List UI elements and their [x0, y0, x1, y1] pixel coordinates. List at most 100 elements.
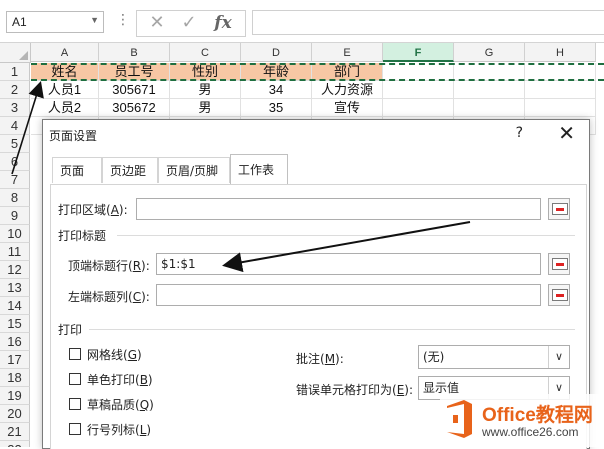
cancel-icon[interactable]: ✕ — [143, 13, 171, 33]
cell-a3[interactable]: 人员2 — [31, 99, 99, 117]
row-header-13[interactable]: 13 — [0, 279, 30, 297]
row-header-16[interactable]: 16 — [0, 333, 30, 351]
cell-b1[interactable]: 员工号 — [99, 63, 170, 81]
insert-function-icon[interactable]: fx — [209, 13, 237, 33]
cell-d1[interactable]: 年龄 — [241, 63, 312, 81]
cell-h2[interactable] — [525, 81, 596, 99]
cell-g2[interactable] — [454, 81, 525, 99]
drag-handle-icon[interactable]: ⋮ — [116, 12, 130, 28]
black-and-white-label: 单色打印(B) — [87, 373, 153, 387]
draft-quality-checkbox[interactable] — [69, 398, 81, 410]
cell-b2[interactable]: 305671 — [99, 81, 170, 99]
chevron-down-icon[interactable]: ▼ — [90, 15, 99, 25]
cell-c1[interactable]: 性别 — [170, 63, 241, 81]
draft-quality-label: 草稿品质(Q) — [87, 398, 154, 412]
cell-a2[interactable]: 人员1 — [31, 81, 99, 99]
watermark-name: Office教程网 — [482, 405, 593, 426]
column-header-e[interactable]: E — [312, 43, 383, 62]
row-header-10[interactable]: 10 — [0, 225, 30, 243]
name-box[interactable]: A1 ▼ — [6, 11, 104, 33]
cell-b3[interactable]: 305672 — [99, 99, 170, 117]
row-header-20[interactable]: 20 — [0, 405, 30, 423]
row-header-15[interactable]: 15 — [0, 315, 30, 333]
row-header-5[interactable]: 5 — [0, 135, 30, 153]
cell-g3[interactable] — [454, 99, 525, 117]
cell-d3[interactable]: 35 — [241, 99, 312, 117]
row-header-12[interactable]: 12 — [0, 261, 30, 279]
formula-buttons: ✕ ✓ fx — [136, 10, 246, 37]
column-header-d[interactable]: D — [241, 43, 312, 62]
row-header-14[interactable]: 14 — [0, 297, 30, 315]
gridlines-label: 网格线(G) — [87, 348, 142, 362]
gridlines-checkbox[interactable] — [69, 348, 81, 360]
black-and-white-checkbox[interactable] — [69, 373, 81, 385]
cell-c3[interactable]: 男 — [170, 99, 241, 117]
print-area-label: 打印区域(A): — [58, 203, 128, 217]
group-divider — [89, 329, 575, 330]
column-header-f[interactable]: F — [383, 43, 454, 62]
row-header-22[interactable]: 22 — [0, 441, 30, 447]
cell-e1[interactable]: 部门 — [312, 63, 383, 81]
column-header-a[interactable]: A — [31, 43, 99, 62]
formula-bar: A1 ▼ ⋮ ✕ ✓ fx — [0, 0, 604, 43]
chevron-down-icon[interactable]: ∨ — [548, 346, 569, 368]
cell-a1[interactable]: 姓名 — [31, 63, 99, 81]
select-all-button[interactable] — [0, 43, 31, 63]
tab-margins[interactable]: 页边距 — [102, 157, 158, 183]
print-group-label: 打印 — [58, 323, 83, 337]
row-header-8[interactable]: 8 — [0, 189, 30, 207]
row-header-9[interactable]: 9 — [0, 207, 30, 225]
column-header-b[interactable]: B — [99, 43, 170, 62]
row-header-3[interactable]: 3 — [0, 99, 30, 117]
tab-page[interactable]: 页面 — [52, 157, 102, 183]
print-area-input[interactable] — [136, 198, 541, 220]
column-header-g[interactable]: G — [454, 43, 525, 62]
row-col-headings-label: 行号列标(L) — [87, 423, 152, 437]
close-icon[interactable]: ✕ — [558, 121, 575, 145]
tab-sheet[interactable]: 工作表 — [230, 154, 288, 184]
cell-f2[interactable] — [383, 81, 454, 99]
cell-g1[interactable] — [454, 63, 525, 81]
cell-d2[interactable]: 34 — [241, 81, 312, 99]
row-header-11[interactable]: 11 — [0, 243, 30, 261]
watermark-url: www.office26.com — [482, 425, 579, 439]
row-header-17[interactable]: 17 — [0, 351, 30, 369]
cell-errors-select-value: 显示值 — [423, 381, 460, 395]
cell-h3[interactable] — [525, 99, 596, 117]
row-header-1[interactable]: 1 — [0, 63, 30, 81]
print-titles-group-label: 打印标题 — [58, 229, 107, 243]
group-divider — [117, 235, 575, 236]
cell-f3[interactable] — [383, 99, 454, 117]
column-header-h[interactable]: H — [525, 43, 596, 62]
cell-e2[interactable]: 人力资源 — [312, 81, 383, 99]
office-logo-icon — [447, 400, 472, 438]
comments-select[interactable]: (无) ∨ — [418, 345, 570, 369]
formula-input[interactable] — [252, 10, 604, 35]
help-icon[interactable]: ? — [516, 125, 523, 141]
row-header-4[interactable]: 4 — [0, 117, 30, 135]
range-select-icon[interactable] — [548, 284, 570, 306]
column-header-c[interactable]: C — [170, 43, 241, 62]
row-header-19[interactable]: 19 — [0, 387, 30, 405]
row-header-21[interactable]: 21 — [0, 423, 30, 441]
row-header-18[interactable]: 18 — [0, 369, 30, 387]
row-header-7[interactable]: 7 — [0, 171, 30, 189]
cell-f1[interactable] — [383, 63, 454, 81]
range-select-icon[interactable] — [548, 198, 570, 220]
name-box-value: A1 — [12, 15, 27, 29]
columns-to-repeat-label: 左端标题列(C): — [68, 290, 150, 304]
columns-to-repeat-input[interactable] — [156, 284, 541, 306]
cell-c2[interactable]: 男 — [170, 81, 241, 99]
tab-header-footer[interactable]: 页眉/页脚 — [158, 157, 230, 183]
row-header-6[interactable]: 6 — [0, 153, 30, 171]
cell-h1[interactable] — [525, 63, 596, 81]
row-header-2[interactable]: 2 — [0, 81, 30, 99]
dialog-title: 页面设置 — [49, 129, 98, 143]
rows-to-repeat-input[interactable]: $1:$1 — [156, 253, 541, 275]
enter-icon[interactable]: ✓ — [175, 13, 203, 33]
range-select-icon[interactable] — [548, 253, 570, 275]
cell-errors-label: 错误单元格打印为(E): — [296, 383, 414, 397]
cell-e3[interactable]: 宣传 — [312, 99, 383, 117]
row-col-headings-checkbox[interactable] — [69, 423, 81, 435]
rows-to-repeat-label: 顶端标题行(R): — [68, 259, 150, 273]
